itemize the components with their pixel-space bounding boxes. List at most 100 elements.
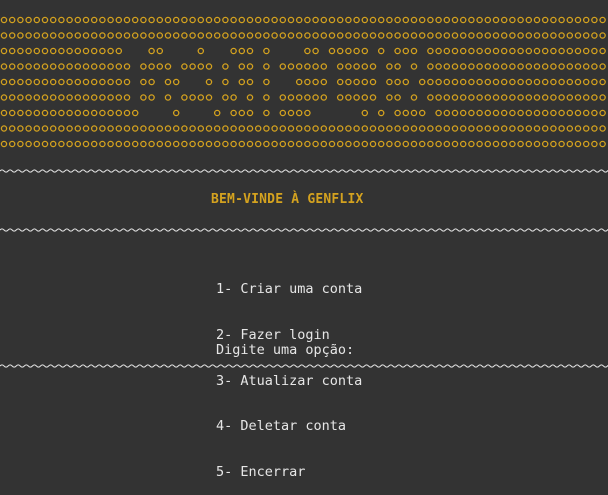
banner-glyph	[271, 16, 278, 24]
banner-glyph	[197, 47, 205, 55]
banner-glyph	[320, 32, 328, 39]
banner-glyph	[492, 63, 500, 70]
banner-glyph	[574, 63, 582, 70]
banner-glyph	[484, 140, 492, 148]
banner-glyph	[17, 125, 24, 132]
banner-glyph	[558, 109, 565, 117]
banner-glyph	[427, 125, 434, 132]
banner-glyph	[156, 63, 164, 70]
banner-glyph	[222, 16, 229, 24]
banner-glyph	[123, 78, 131, 86]
banner-glyph	[0, 47, 8, 55]
banner-glyph	[582, 47, 590, 55]
banner-glyph	[99, 94, 106, 101]
banner-glyph	[336, 32, 344, 39]
banner-glyph	[33, 63, 41, 70]
banner-glyph	[345, 140, 352, 148]
banner-glyph	[115, 47, 123, 55]
banner-glyph	[582, 125, 590, 132]
banner-glyph	[123, 16, 131, 24]
banner-glyph	[591, 109, 598, 117]
banner-glyph	[443, 125, 451, 132]
banner-glyph	[566, 16, 574, 24]
banner-glyph	[123, 140, 131, 148]
banner-glyph	[517, 63, 524, 70]
banner-glyph	[558, 78, 565, 86]
banner-glyph	[361, 32, 369, 39]
banner-glyph	[115, 109, 123, 117]
banner-glyph	[468, 109, 475, 117]
banner-glyph	[263, 63, 270, 70]
banner-glyph	[82, 125, 90, 132]
banner-glyph	[386, 140, 393, 148]
banner-glyph	[459, 140, 467, 148]
banner-glyph	[451, 140, 459, 148]
banner-glyph	[394, 47, 401, 55]
banner-glyph	[140, 140, 147, 148]
banner-glyph	[107, 109, 114, 117]
banner-glyph	[41, 78, 49, 86]
banner-glyph	[328, 125, 336, 132]
banner-glyph	[41, 125, 49, 132]
banner-glyph	[377, 32, 385, 39]
banner-glyph	[181, 94, 188, 101]
banner-glyph	[172, 32, 180, 39]
banner-glyph	[541, 94, 549, 101]
option-prompt[interactable]: Digite uma opção:	[216, 342, 354, 358]
banner-glyph	[377, 140, 385, 148]
banner-glyph	[599, 94, 606, 101]
banner-glyph	[451, 16, 459, 24]
banner-glyph	[287, 125, 295, 132]
banner-glyph	[148, 140, 155, 148]
banner-glyph	[115, 32, 123, 39]
banner-glyph	[591, 78, 598, 86]
banner-glyph	[476, 125, 483, 132]
banner-glyph	[107, 94, 114, 101]
banner-glyph	[189, 16, 196, 24]
banner-glyph	[238, 125, 246, 132]
banner-glyph	[17, 140, 24, 148]
banner-glyph	[304, 47, 311, 55]
banner-glyph	[41, 140, 49, 148]
banner-glyph	[509, 78, 516, 86]
banner-glyph	[58, 32, 65, 39]
banner-glyph	[435, 94, 442, 101]
banner-glyph	[402, 32, 410, 39]
banner-glyph	[304, 140, 311, 148]
banner-glyph	[525, 94, 533, 101]
banner-glyph	[500, 125, 508, 132]
banner-glyph	[140, 63, 147, 70]
banner-glyph	[246, 63, 254, 70]
banner-glyph	[451, 32, 459, 39]
banner-glyph	[591, 16, 598, 24]
banner-glyph	[197, 32, 205, 39]
banner-glyph	[312, 47, 319, 55]
separator-line	[0, 169, 608, 173]
banner-glyph	[164, 78, 172, 86]
banner-glyph	[509, 63, 516, 70]
banner-glyph	[279, 16, 287, 24]
banner-glyph	[582, 16, 590, 24]
banner-glyph	[591, 125, 598, 132]
banner-glyph	[82, 78, 90, 86]
banner-glyph	[230, 109, 237, 117]
banner-glyph	[263, 94, 270, 101]
menu-item-login: 2- Fazer login	[216, 327, 330, 344]
banner-glyph	[410, 140, 418, 148]
banner-glyph	[74, 140, 82, 148]
banner-glyph	[591, 63, 598, 70]
banner-glyph	[402, 47, 410, 55]
banner-glyph	[156, 32, 164, 39]
banner-glyph	[0, 94, 8, 101]
banner-glyph	[33, 32, 41, 39]
banner-glyph	[304, 16, 311, 24]
banner-glyph	[427, 16, 434, 24]
banner-glyph	[90, 63, 98, 70]
banner-glyph	[500, 78, 508, 86]
banner-glyph	[320, 78, 328, 86]
banner-glyph	[41, 16, 49, 24]
banner-glyph	[361, 140, 369, 148]
banner-glyph	[99, 125, 106, 132]
banner-glyph	[541, 78, 549, 86]
banner-glyph	[140, 78, 147, 86]
